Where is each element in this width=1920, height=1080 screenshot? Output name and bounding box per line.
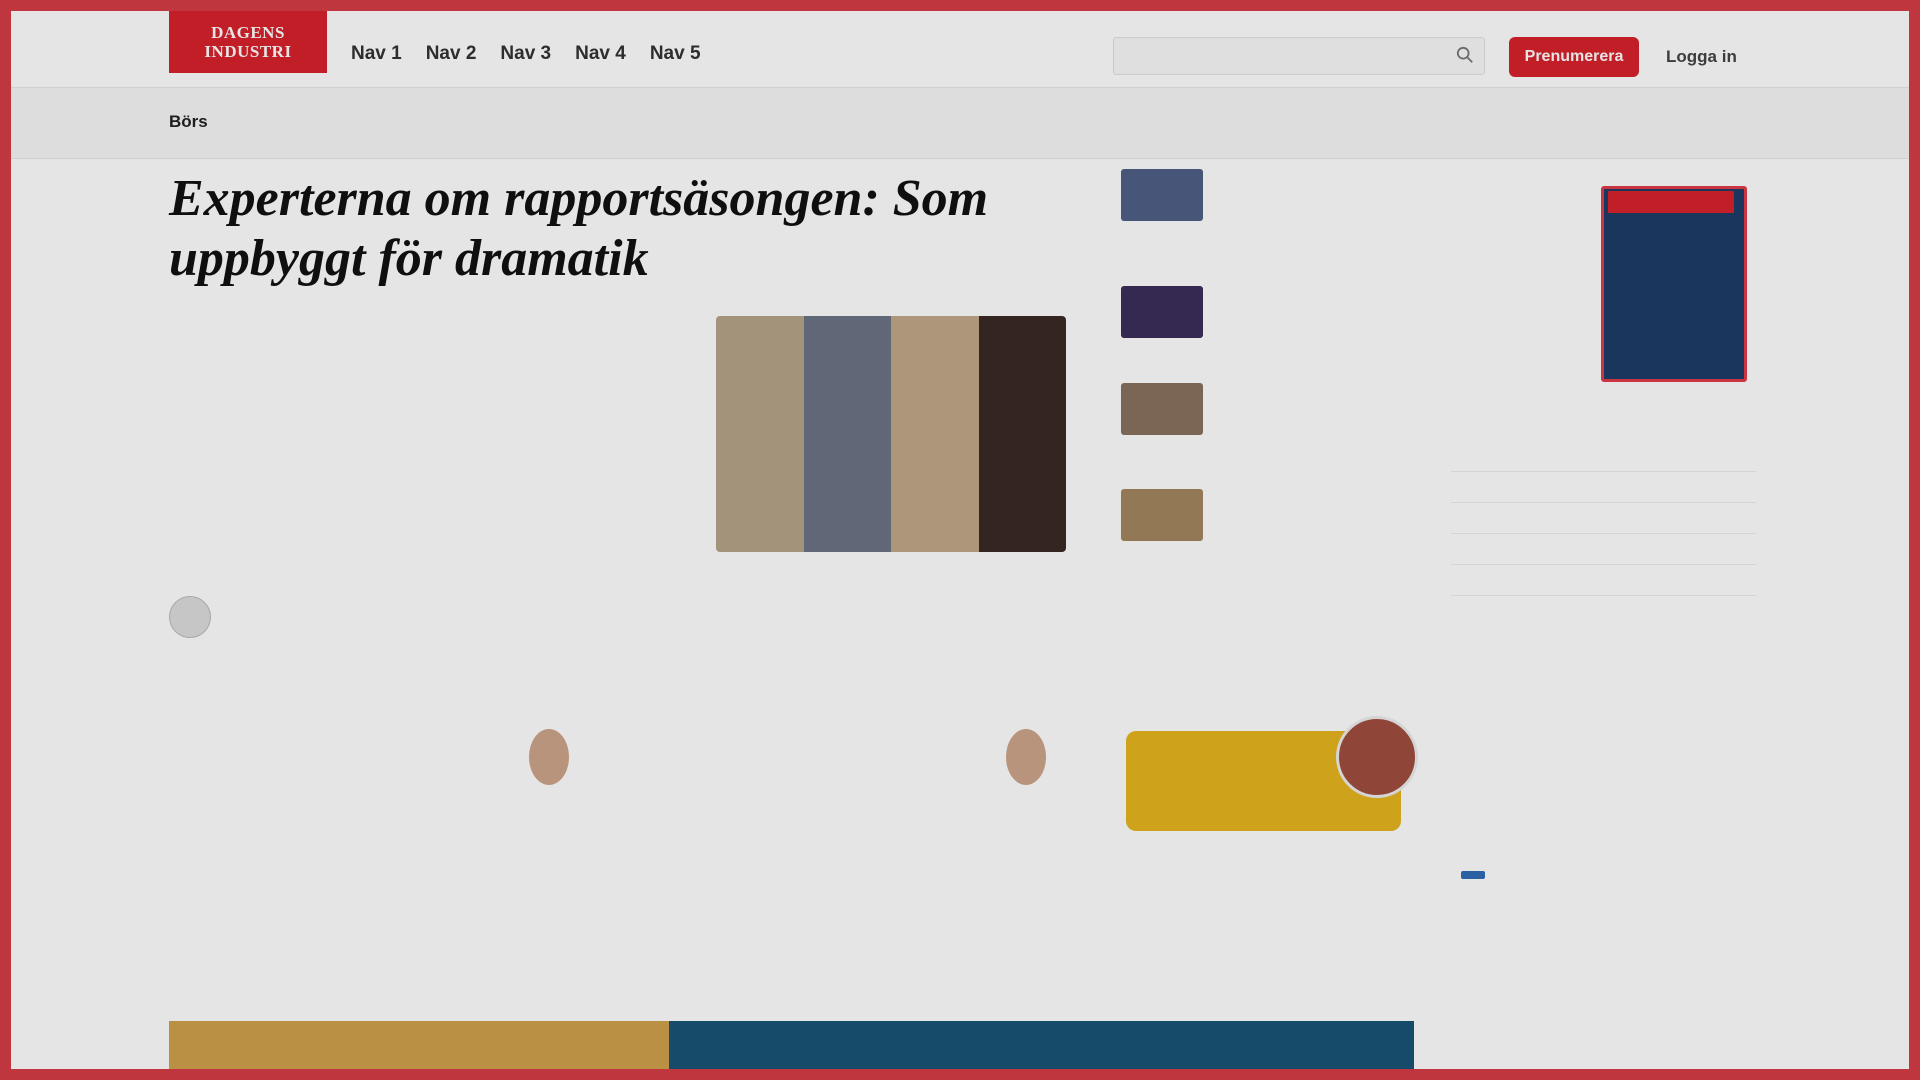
author-photo (1006, 729, 1046, 785)
list-item[interactable] (1451, 472, 1756, 503)
author-photo (529, 729, 569, 785)
hero-image[interactable] (716, 316, 1066, 552)
nav-item-2[interactable]: Nav 2 (426, 43, 477, 65)
side-article[interactable] (1121, 383, 1421, 435)
market-ticker: Börs (11, 88, 1909, 159)
ticker-item[interactable] (598, 112, 604, 132)
nav-item-5[interactable]: Nav 5 (650, 43, 701, 65)
nav-item-1[interactable]: Nav 1 (351, 43, 402, 65)
ticker-item[interactable] (334, 112, 340, 132)
nav-item-3[interactable]: Nav 3 (500, 43, 551, 65)
list-item[interactable] (1451, 441, 1756, 472)
subscribe-button[interactable]: Prenumerera (1509, 37, 1639, 77)
ticker-item[interactable] (554, 112, 560, 132)
top-bar: DAGENS INDUSTRI Nav 1 Nav 2 Nav 3 Nav 4 … (11, 11, 1909, 88)
list-item[interactable] (1451, 503, 1756, 534)
ticker-label: Börs (169, 112, 208, 131)
nav-item-4[interactable]: Nav 4 (575, 43, 626, 65)
magazine-masthead (1608, 191, 1734, 213)
search-box (1113, 37, 1485, 76)
magazine-cover[interactable] (1601, 186, 1747, 382)
ticker-item[interactable] (510, 112, 516, 132)
ticker-item[interactable] (378, 112, 384, 132)
search-icon[interactable] (1456, 46, 1474, 64)
article-card[interactable] (169, 711, 589, 785)
side-article[interactable] (1121, 169, 1421, 221)
side-article[interactable] (1121, 489, 1421, 541)
site-logo[interactable]: DAGENS INDUSTRI (169, 11, 327, 73)
article-thumbnail (1121, 286, 1203, 338)
article-thumbnail (1121, 383, 1203, 435)
ticker-item[interactable] (246, 112, 252, 132)
article-thumbnail (1121, 169, 1203, 221)
page: DAGENS INDUSTRI Nav 1 Nav 2 Nav 3 Nav 4 … (11, 11, 1909, 1080)
section-pill[interactable] (1461, 871, 1485, 879)
article-card[interactable] (646, 711, 1066, 785)
article-thumbnail (1121, 489, 1203, 541)
main-nav: Nav 1 Nav 2 Nav 3 Nav 4 Nav 5 (351, 43, 701, 65)
search-input[interactable] (1114, 38, 1448, 76)
avatar (169, 596, 211, 638)
latest-news-list (1451, 441, 1756, 596)
ticker-item[interactable] (466, 112, 472, 132)
quote-avatar (1336, 716, 1418, 798)
author-byline (169, 596, 227, 638)
hero-headline[interactable]: Experterna om rapportsäsongen: Som uppby… (169, 169, 999, 289)
list-item[interactable] (1451, 534, 1756, 565)
list-item[interactable] (1451, 565, 1756, 596)
ticker-item[interactable] (290, 112, 296, 132)
side-article[interactable] (1121, 286, 1421, 338)
banner-headline[interactable] (669, 1021, 1414, 1080)
login-link[interactable]: Logga in (1666, 47, 1737, 67)
banner-image[interactable] (169, 1021, 669, 1080)
ticker-item[interactable] (422, 112, 428, 132)
